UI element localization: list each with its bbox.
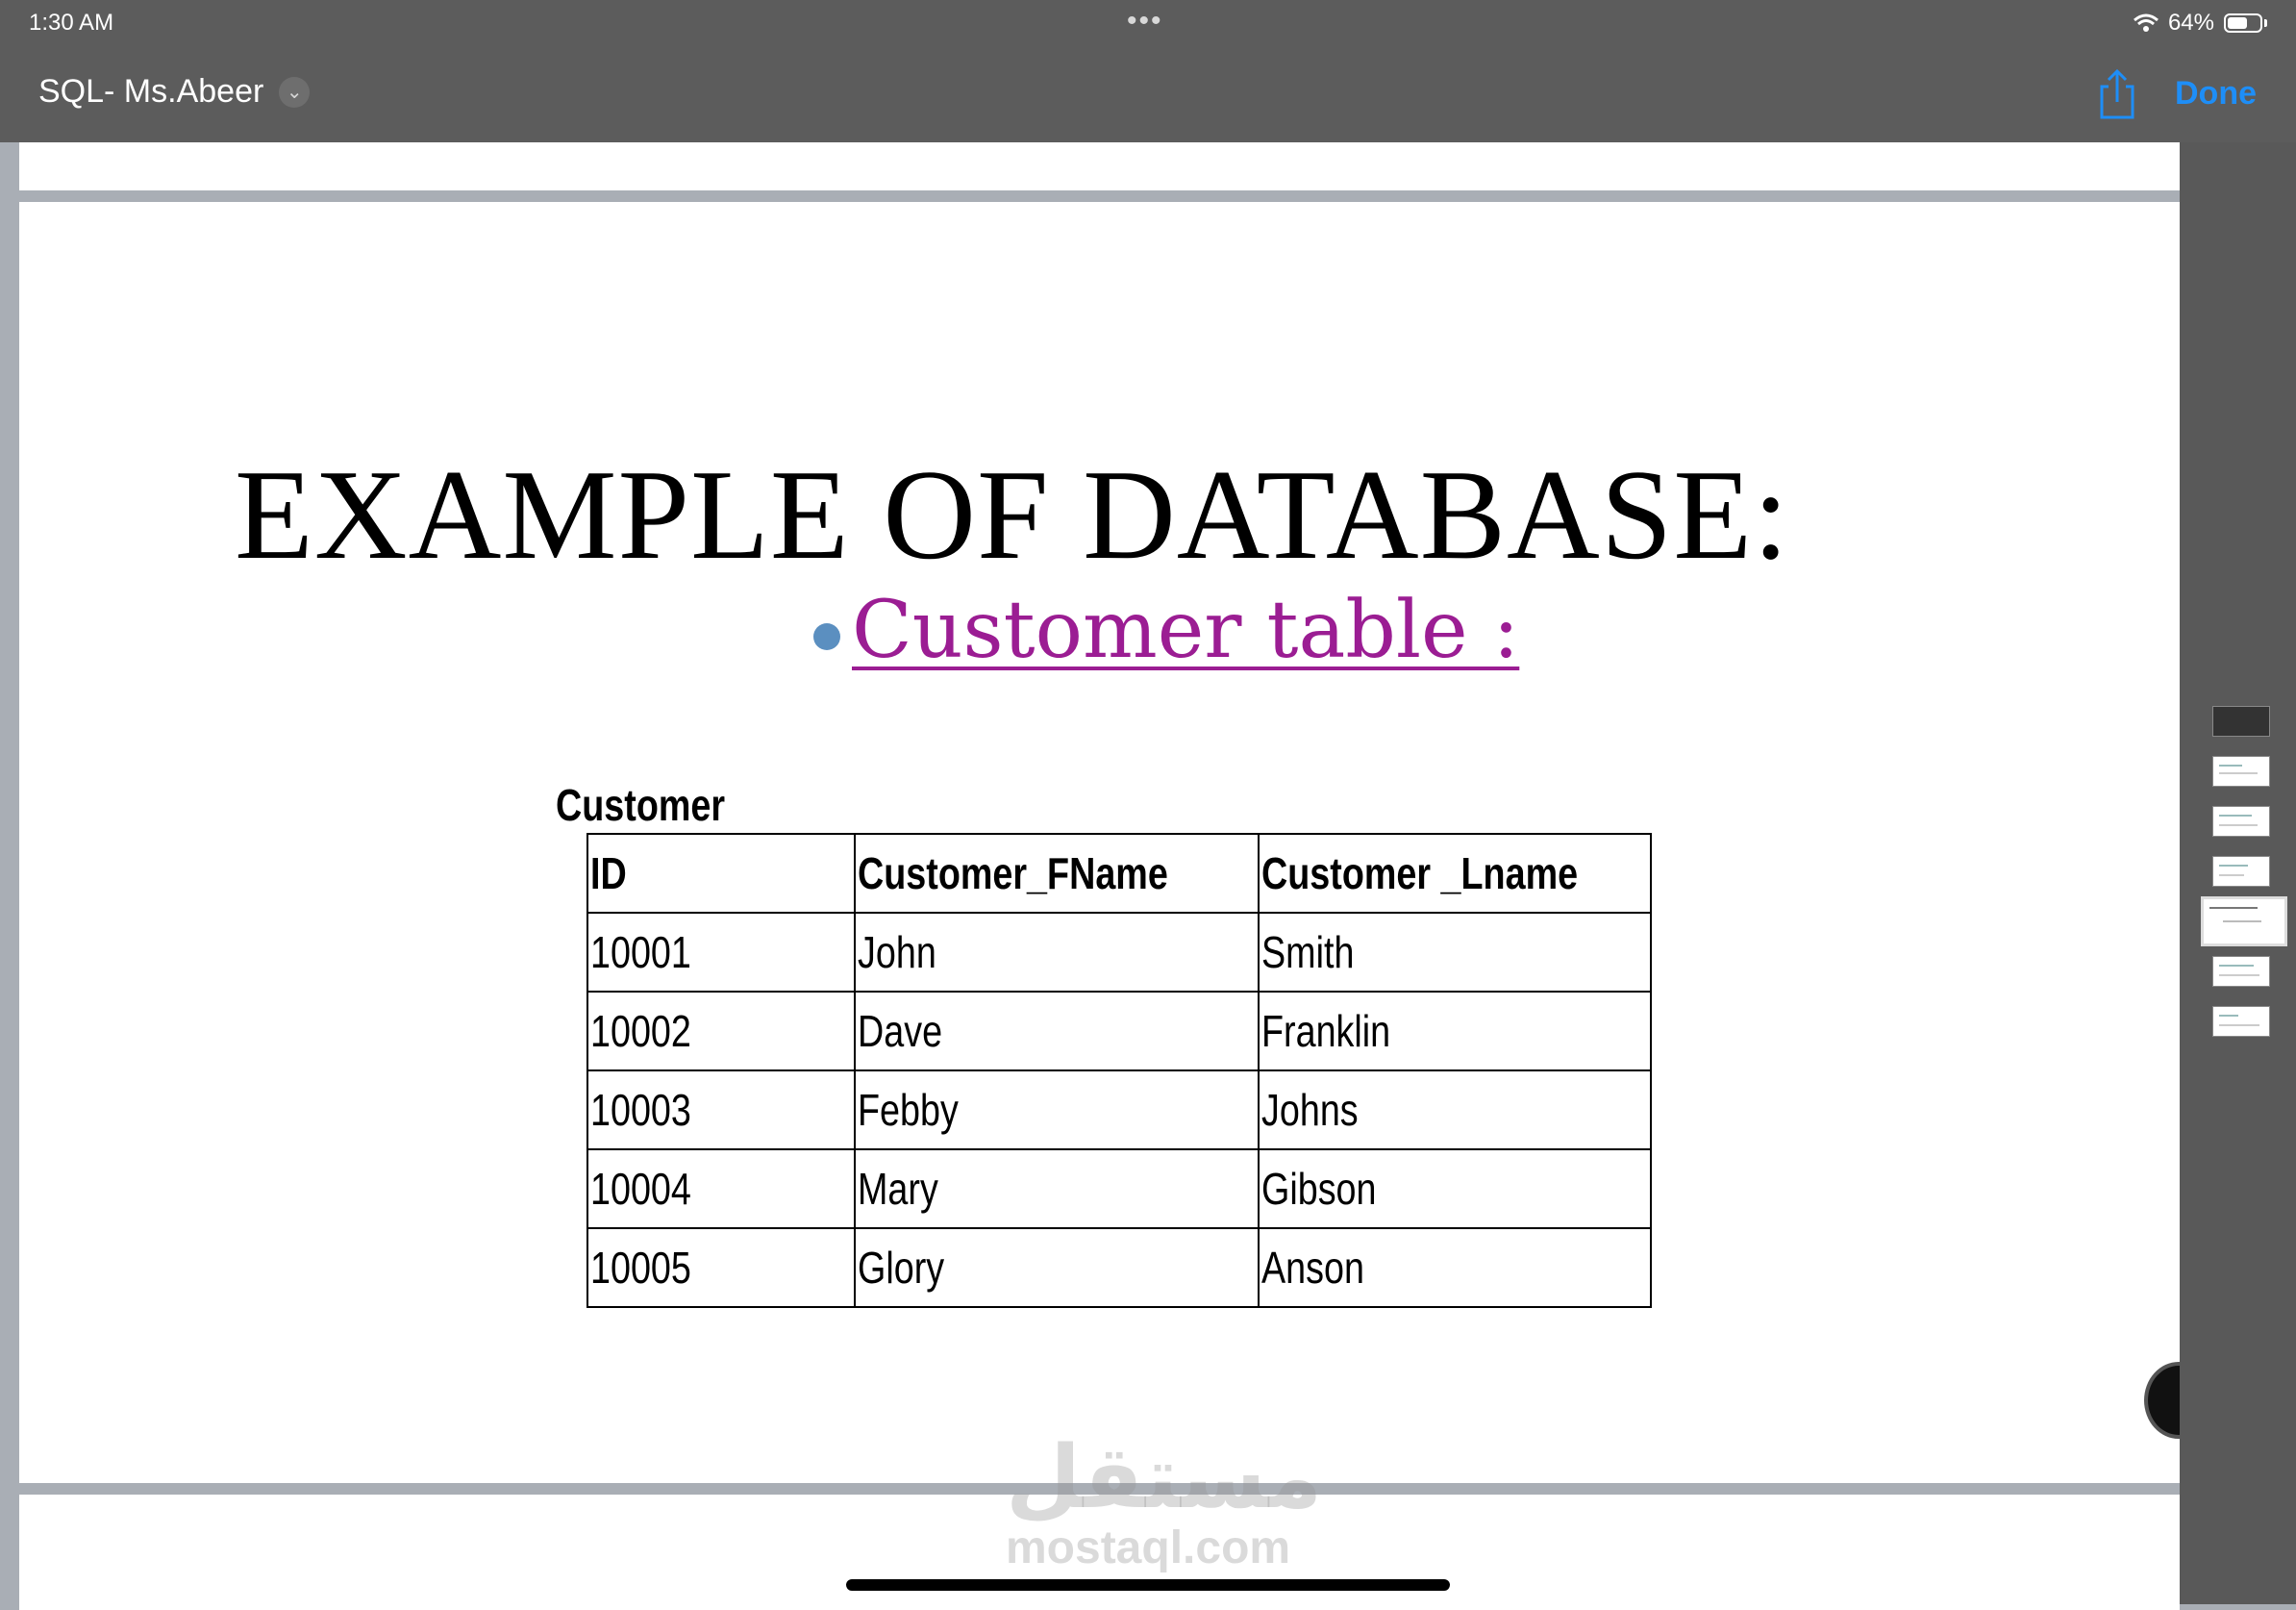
table-cell: 10001 [586, 912, 856, 993]
battery-percent: 64% [2167, 10, 2214, 36]
document-toolbar: SQL- Ms.Abeer ⌄ Done [0, 46, 2296, 142]
status-time: 1:30 AM [29, 10, 114, 36]
table-row: 10001 John Smith [586, 912, 1652, 993]
watermark-latin: mostaql.com [1006, 1522, 1291, 1573]
watermark-arabic: مستقل [1006, 1427, 1323, 1528]
slide-title: EXAMPLE OF DATABASE: [235, 443, 1790, 586]
table-cell: Glory [854, 1227, 1260, 1308]
wifi-icon [2133, 13, 2159, 32]
page-thumbnail[interactable] [2212, 1006, 2270, 1037]
table-header-cell: Customer _Lname [1258, 833, 1652, 914]
page-thumbnail-selected[interactable] [2201, 896, 2287, 946]
table-header-row: ID Customer_FName Customer _Lname [586, 833, 1652, 914]
done-button[interactable]: Done [2175, 75, 2257, 113]
table-cell: John [854, 912, 1260, 993]
table-cell: Febby [854, 1069, 1260, 1150]
status-bar: 1:30 AM ••• 64% [0, 0, 2296, 46]
table-cell: Gibson [1258, 1148, 1652, 1229]
customer-table: ID Customer_FName Customer _Lname 10001 … [586, 833, 1652, 1308]
document-viewer[interactable]: EXAMPLE OF DATABASE: Customer table : Cu… [0, 142, 2196, 1610]
table-cell: Johns [1258, 1069, 1652, 1150]
current-page: EXAMPLE OF DATABASE: Customer table : Cu… [19, 202, 2180, 1483]
thumbnail-sidebar[interactable] [2180, 142, 2296, 1604]
table-header-cell: Customer_FName [854, 833, 1260, 914]
page-thumbnail[interactable] [2212, 756, 2270, 787]
document-title-menu[interactable]: SQL- Ms.Abeer ⌄ [38, 73, 311, 111]
table-row: 10003 Febby Johns [586, 1069, 1652, 1150]
table-cell: Smith [1258, 912, 1652, 993]
table-row: 10004 Mary Gibson [586, 1148, 1652, 1229]
home-indicator[interactable] [846, 1579, 1450, 1591]
table-cell: 10005 [586, 1227, 856, 1308]
multitasking-dots-icon[interactable]: ••• [1127, 5, 1163, 38]
table-row: 10005 Glory Anson [586, 1227, 1652, 1308]
page-thumbnail[interactable] [2212, 956, 2270, 987]
battery-nub [2264, 19, 2267, 27]
table-cell: 10003 [586, 1069, 856, 1150]
page-thumbnail[interactable] [2212, 806, 2270, 837]
document-title[interactable]: SQL- Ms.Abeer [38, 73, 263, 111]
share-icon[interactable] [2094, 67, 2140, 121]
table-caption: Customer [556, 780, 726, 830]
table-cell: Anson [1258, 1227, 1652, 1308]
table-cell: Mary [854, 1148, 1260, 1229]
bullet-item: Customer table : [813, 585, 1519, 676]
customer-table-heading[interactable]: Customer table : [852, 585, 1519, 676]
battery-level [2228, 17, 2248, 29]
table-cell: Dave [854, 991, 1260, 1071]
page-thumbnail[interactable] [2212, 706, 2270, 737]
table-header-cell: ID [586, 833, 856, 914]
table-cell: 10004 [586, 1148, 856, 1229]
table-cell: Franklin [1258, 991, 1652, 1071]
status-indicators: 64% [2133, 10, 2267, 37]
previous-page [19, 142, 2180, 190]
table-row: 10002 Dave Franklin [586, 991, 1652, 1071]
battery-icon [2224, 13, 2262, 33]
bullet-dot-icon [813, 622, 840, 650]
watermark: مستقل mostaql.com [1006, 1427, 1323, 1574]
page-thumbnail[interactable] [2212, 856, 2270, 887]
table-cell: 10002 [586, 991, 856, 1071]
chevron-down-icon[interactable]: ⌄ [279, 76, 311, 108]
